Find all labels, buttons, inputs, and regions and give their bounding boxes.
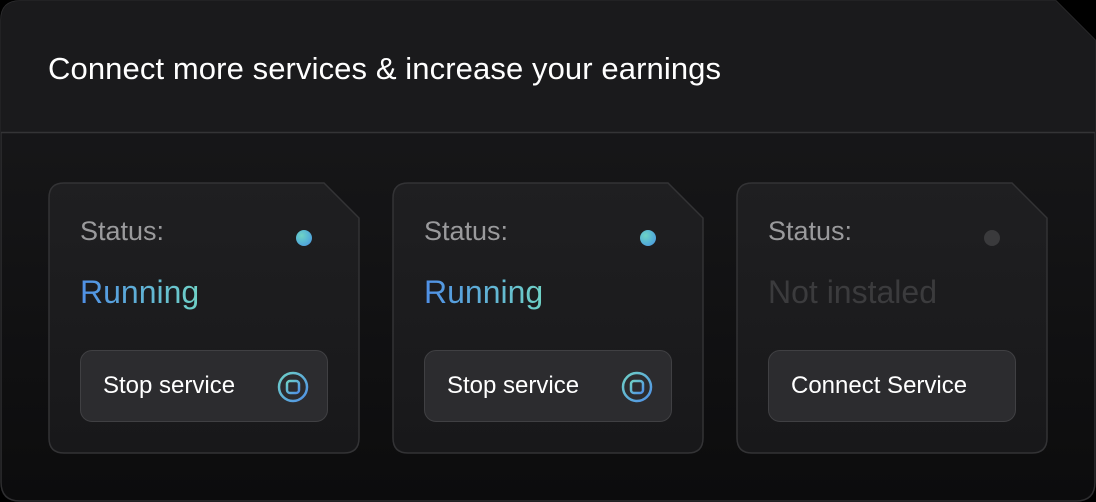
status-value: Running <box>80 274 200 310</box>
stop-icon <box>277 371 309 403</box>
status-label: Status: <box>80 216 165 246</box>
service-card: Status: Running Stop service <box>392 182 704 454</box>
status-label: Status: <box>424 216 509 246</box>
status-indicator-dot <box>296 230 312 246</box>
status-label: Status: <box>768 216 853 246</box>
button-label: Stop service <box>447 372 580 399</box>
stop-icon <box>621 371 653 403</box>
connect-service-button[interactable]: Connect Service <box>768 350 1016 422</box>
panel-title: Connect more services & increase your ea… <box>48 51 722 86</box>
status-value: Not instaled <box>768 274 937 310</box>
button-label: Stop service <box>103 372 236 399</box>
status-indicator-dot <box>640 230 656 246</box>
button-label: Connect Service <box>791 372 968 399</box>
status-indicator-dot <box>984 230 1000 246</box>
status-value: Running <box>424 274 544 310</box>
stop-service-button[interactable]: Stop service <box>424 350 672 422</box>
stop-service-button[interactable]: Stop service <box>80 350 328 422</box>
service-card: Status: Running Stop service <box>48 182 360 454</box>
service-card: Status: Not instaled Connect Service <box>736 182 1048 454</box>
